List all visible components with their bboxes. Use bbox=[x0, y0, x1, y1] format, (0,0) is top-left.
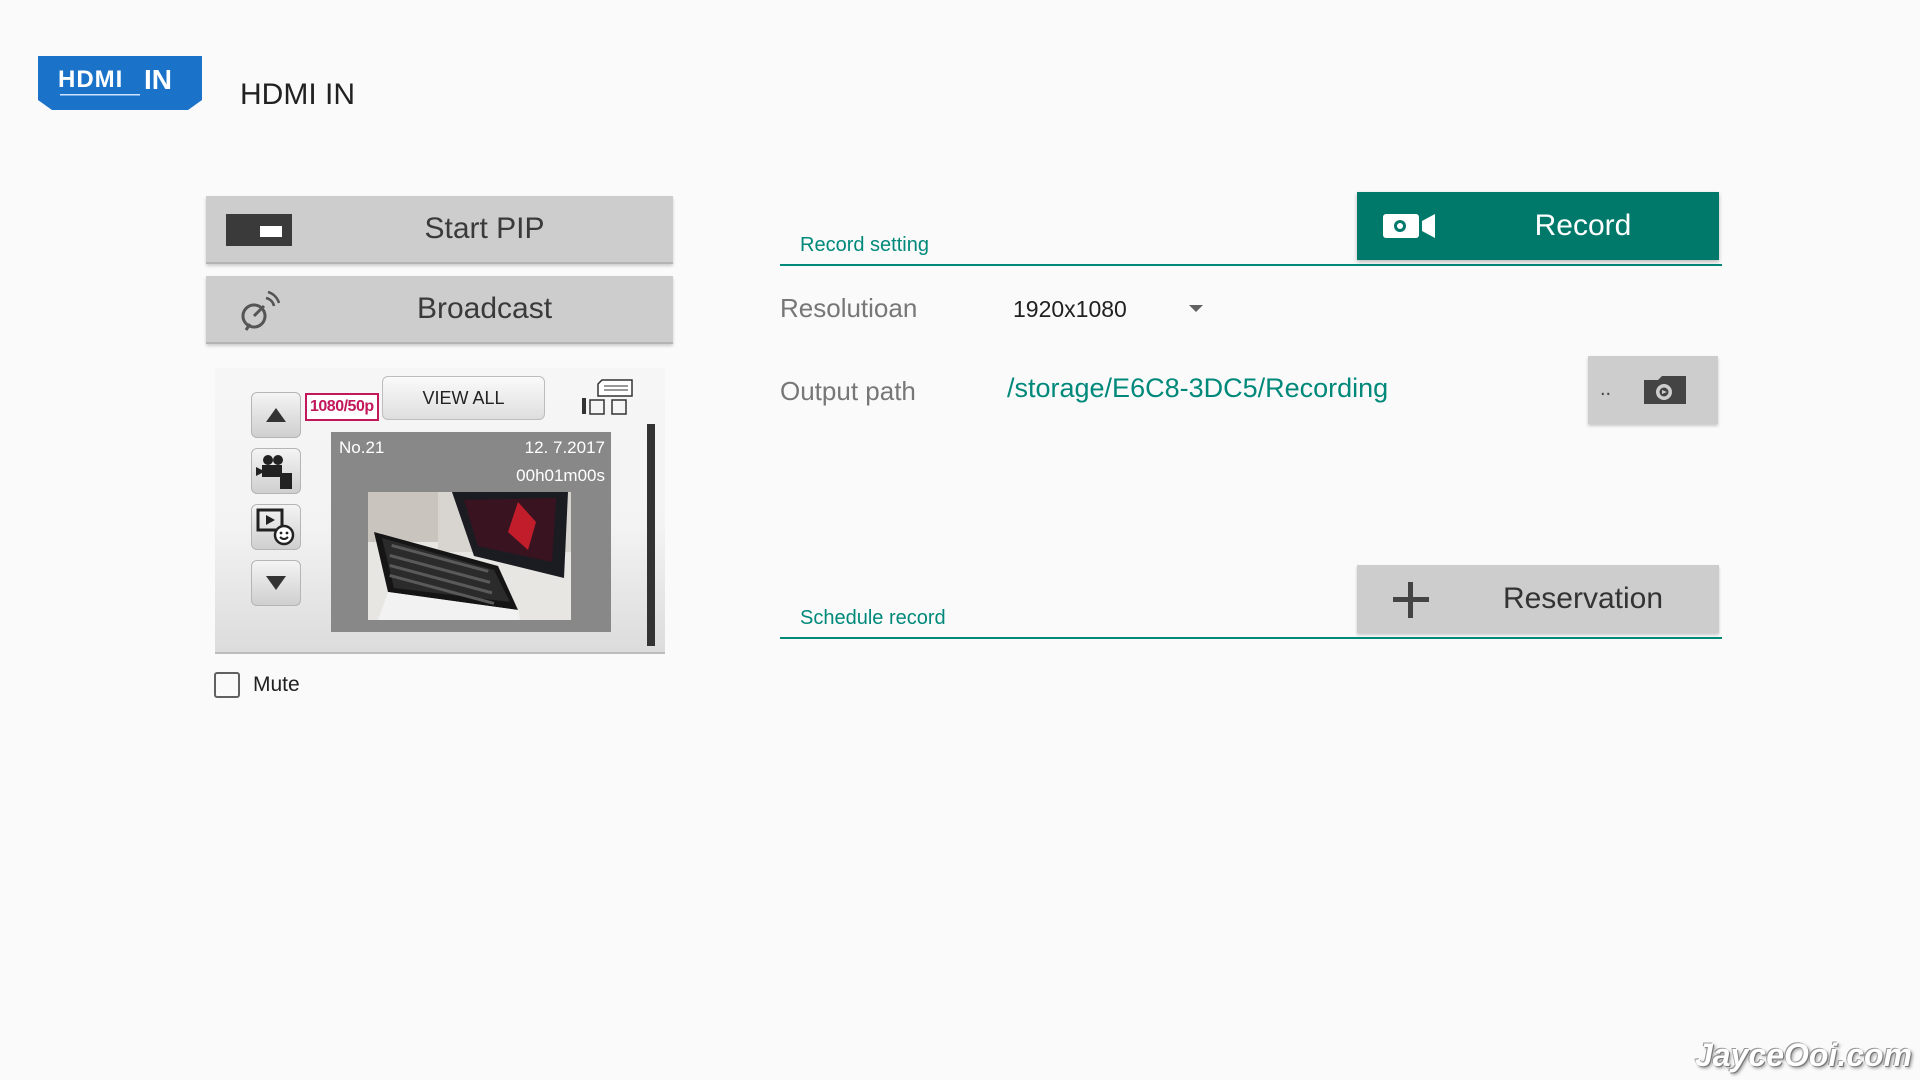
preview-scrollbar[interactable] bbox=[647, 424, 655, 646]
scroll-up-button[interactable] bbox=[251, 392, 301, 438]
hdmi-preview: 1080/50p VIEW ALL No.21 12. 7.2017 00h01… bbox=[215, 368, 665, 654]
plus-icon bbox=[1393, 582, 1429, 618]
dropdown-arrow-icon bbox=[1189, 305, 1203, 312]
broadcast-label: Broadcast bbox=[416, 292, 553, 325]
scroll-down-button[interactable] bbox=[251, 560, 301, 606]
divider bbox=[780, 637, 1722, 639]
page-title: HDMI IN bbox=[240, 78, 355, 111]
record-setting-title: Record setting bbox=[800, 234, 929, 256]
watermark: JayceOoi.com bbox=[1695, 1037, 1912, 1073]
sd-card-icon bbox=[580, 378, 636, 418]
video-camera-icon bbox=[1383, 212, 1437, 240]
record-label: Record bbox=[1534, 209, 1632, 242]
svg-text:IN: IN bbox=[144, 64, 172, 95]
broadcast-button[interactable]: Broadcast bbox=[206, 276, 673, 344]
output-path-value[interactable]: /storage/E6C8-3DC5/Recording bbox=[1007, 373, 1388, 404]
browse-dots: .. bbox=[1600, 378, 1612, 400]
keyboard-laptop-photo bbox=[368, 492, 571, 620]
movie-camera-icon bbox=[256, 455, 292, 489]
clip-number: No.21 bbox=[339, 438, 385, 457]
clip-duration: 00h01m00s bbox=[516, 466, 605, 485]
start-pip-button[interactable]: Start PIP bbox=[206, 196, 673, 264]
resolution-badge: 1080/50p bbox=[305, 393, 379, 421]
folder-camera-icon bbox=[1642, 374, 1688, 406]
playback-button[interactable] bbox=[251, 504, 301, 550]
clip-date: 12. 7.2017 bbox=[524, 438, 605, 457]
mute-toggle[interactable]: Mute bbox=[214, 672, 300, 698]
triangle-up-icon bbox=[266, 408, 286, 422]
play-face-icon bbox=[256, 508, 295, 546]
triangle-down-icon bbox=[266, 576, 286, 590]
start-pip-label: Start PIP bbox=[424, 212, 545, 245]
output-path-label: Output path bbox=[780, 376, 916, 406]
mute-label: Mute bbox=[253, 673, 300, 696]
record-button[interactable]: Record bbox=[1357, 192, 1719, 260]
clip-thumbnail[interactable]: No.21 12. 7.2017 00h01m00s bbox=[331, 432, 611, 632]
svg-text:HDMI: HDMI bbox=[58, 66, 123, 93]
schedule-record-title: Schedule record bbox=[800, 607, 946, 629]
reservation-button[interactable]: Reservation bbox=[1357, 565, 1719, 633]
resolution-value: 1920x1080 bbox=[1013, 295, 1127, 322]
resolution-label: Resolutioan bbox=[780, 293, 918, 323]
mute-checkbox[interactable] bbox=[214, 672, 240, 698]
divider bbox=[780, 264, 1722, 266]
video-mode-button[interactable] bbox=[251, 448, 301, 494]
reservation-label: Reservation bbox=[1502, 582, 1664, 615]
browse-folder-button[interactable]: .. bbox=[1588, 356, 1718, 424]
resolution-dropdown[interactable]: 1920x1080 bbox=[1013, 290, 1203, 328]
hdmi-in-logo: HDMI IN bbox=[38, 56, 202, 110]
view-all-button[interactable]: VIEW ALL bbox=[382, 376, 545, 420]
